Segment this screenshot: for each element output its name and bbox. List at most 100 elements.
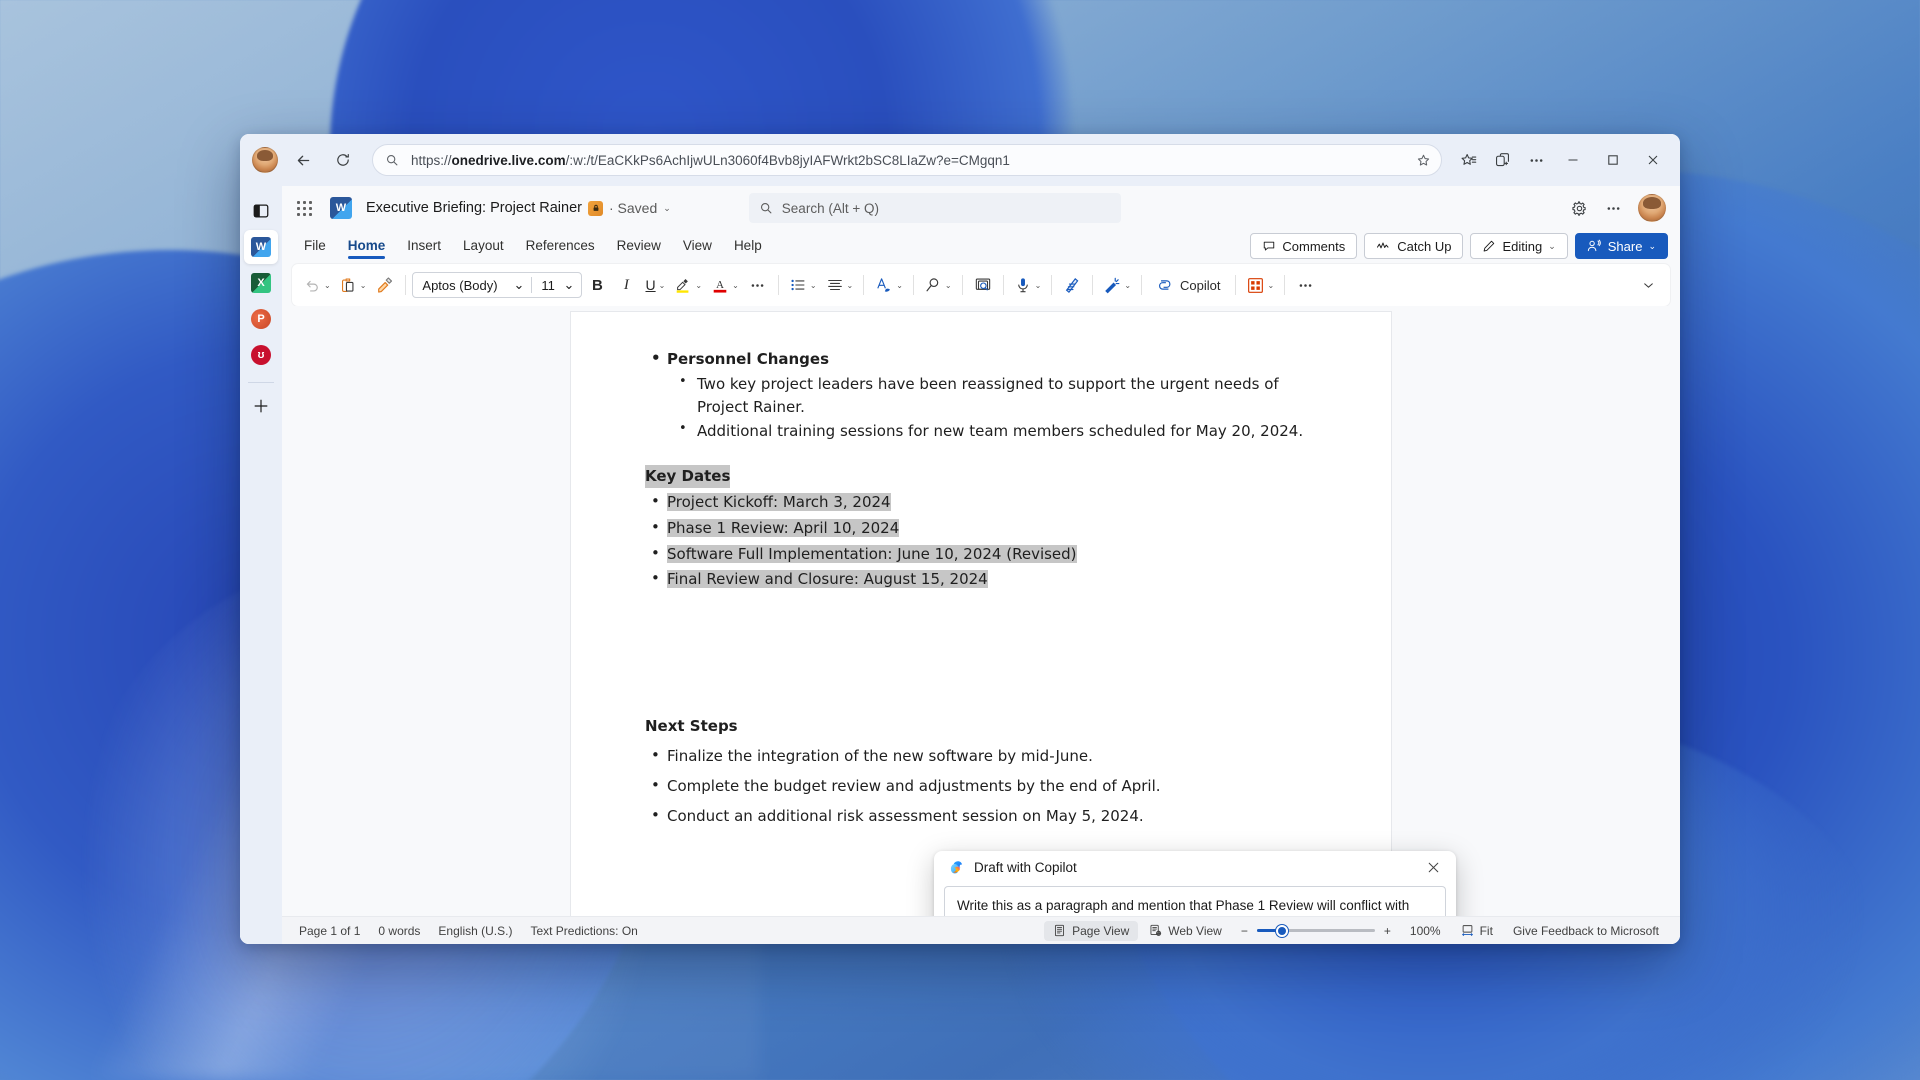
word-count[interactable]: 0 words: [369, 924, 429, 938]
styles-button[interactable]: ⌄: [870, 270, 907, 300]
add-favorite-icon[interactable]: [1416, 153, 1431, 168]
chevron-down-icon[interactable]: ⌄: [847, 281, 854, 290]
sidebar-item-word[interactable]: W: [244, 230, 278, 264]
tab-layout[interactable]: Layout: [453, 234, 514, 259]
url-bar[interactable]: https://onedrive.live.com/:w:/t/EaCKkPs6…: [372, 144, 1442, 176]
page-view-button[interactable]: Page View: [1044, 920, 1139, 941]
browser-more-icon[interactable]: [1520, 145, 1552, 175]
document-page[interactable]: Personnel Changes Two key project leader…: [571, 312, 1391, 916]
browser-profile-avatar[interactable]: [252, 147, 278, 173]
zoom-slider-handle[interactable]: [1275, 924, 1288, 937]
font-more-options-button[interactable]: [744, 270, 772, 300]
page-count[interactable]: Page 1 of 1: [290, 924, 369, 938]
zoom-slider[interactable]: [1256, 924, 1375, 937]
fit-button[interactable]: Fit: [1452, 921, 1502, 941]
document-body[interactable]: Personnel Changes Two key project leader…: [645, 347, 1317, 827]
immersive-reader-button[interactable]: [969, 270, 997, 300]
zoom-in-button[interactable]: +: [1384, 924, 1391, 938]
align-button[interactable]: ⌄: [822, 270, 858, 300]
format-painter-button[interactable]: [371, 270, 399, 300]
app-launcher-icon[interactable]: [288, 192, 320, 224]
add-ins-button[interactable]: ⌄: [1242, 270, 1279, 300]
document-canvas[interactable]: Personnel Changes Two key project leader…: [282, 306, 1680, 916]
avatar[interactable]: [1638, 194, 1666, 222]
bullet-list-button[interactable]: ⌄: [785, 270, 821, 300]
share-button[interactable]: Share ⌄: [1574, 233, 1668, 259]
copilot-icon: [950, 860, 963, 873]
close-icon[interactable]: [1420, 854, 1446, 880]
tab-view[interactable]: View: [673, 234, 722, 259]
editing-mode-button[interactable]: Editing ⌄: [1470, 233, 1568, 259]
underline-button[interactable]: U ⌄: [641, 270, 669, 300]
bold-button[interactable]: B: [583, 270, 611, 300]
chevron-down-icon[interactable]: ⌄: [1035, 281, 1042, 290]
back-arrow-icon[interactable]: [288, 145, 318, 175]
favorites-list-icon[interactable]: [1452, 145, 1484, 175]
close-icon[interactable]: [1634, 143, 1672, 177]
search-icon: [386, 154, 398, 166]
paste-button[interactable]: ⌄: [336, 270, 371, 300]
chevron-down-icon[interactable]: ⌄: [1268, 281, 1275, 290]
tab-home[interactable]: Home: [338, 234, 396, 259]
chevron-down-icon[interactable]: ⌄: [810, 281, 817, 290]
chevron-down-icon[interactable]: ⌄: [896, 281, 903, 290]
more-options-icon[interactable]: [1598, 193, 1628, 223]
ribbon-overflow-button[interactable]: [1291, 270, 1319, 300]
share-person-icon: [1587, 239, 1601, 252]
feedback-link[interactable]: Give Feedback to Microsoft: [1504, 924, 1668, 938]
sidebar-item-loop[interactable]: ʊ: [244, 338, 278, 372]
search-input[interactable]: Search (Alt + Q): [748, 193, 1121, 223]
highlight-button[interactable]: ⌄: [670, 270, 706, 300]
zoom-control[interactable]: − +: [1241, 924, 1391, 938]
dictate-button[interactable]: ⌄: [1010, 270, 1046, 300]
word-main-column: W Executive Briefing: Project Rainer · S…: [282, 186, 1680, 944]
find-button[interactable]: ⌄: [920, 270, 956, 300]
tab-insert[interactable]: Insert: [397, 234, 451, 259]
collapse-ribbon-button[interactable]: [1634, 270, 1662, 300]
refresh-icon[interactable]: [328, 145, 358, 175]
copilot-prompt-input[interactable]: Write this as a paragraph and mention th…: [944, 886, 1446, 916]
maximize-icon[interactable]: [1594, 143, 1632, 177]
designer-button[interactable]: ⌄: [1099, 270, 1135, 300]
chevron-down-icon[interactable]: ⌄: [732, 281, 739, 290]
copilot-button[interactable]: Copilot: [1148, 270, 1228, 300]
page-title: Executive Briefing: Project Rainer: [366, 200, 582, 216]
minimize-icon[interactable]: [1554, 143, 1592, 177]
split-screen-icon[interactable]: [1486, 145, 1518, 175]
panel-toggle-icon[interactable]: [244, 194, 278, 228]
font-size-select[interactable]: 11 ⌄: [531, 277, 581, 293]
language-indicator[interactable]: English (U.S.): [429, 924, 521, 938]
word-logo-icon: W: [330, 197, 352, 219]
sidebar-item-excel[interactable]: X: [244, 266, 278, 300]
status-bar: Page 1 of 1 0 words English (U.S.) Text …: [282, 916, 1680, 944]
catch-up-button[interactable]: Catch Up: [1364, 233, 1464, 259]
chevron-down-icon[interactable]: ⌄: [695, 281, 702, 290]
tab-review[interactable]: Review: [607, 234, 671, 259]
tab-references[interactable]: References: [516, 234, 605, 259]
tab-help[interactable]: Help: [724, 234, 772, 259]
font-family-select[interactable]: Aptos (Body) ⌄: [413, 277, 531, 293]
text-predictions-status[interactable]: Text Predictions: On: [521, 924, 646, 938]
tab-file[interactable]: File: [294, 234, 336, 259]
font-color-button[interactable]: A ⌄: [707, 270, 743, 300]
draft-with-copilot-dialog[interactable]: Draft with Copilot Write this as a parag…: [934, 851, 1456, 916]
page-view-icon: [1055, 924, 1065, 937]
chevron-down-icon[interactable]: ⌄: [663, 203, 671, 214]
chevron-down-icon[interactable]: ⌄: [945, 281, 952, 290]
chevron-down-icon[interactable]: ⌄: [659, 281, 666, 290]
fit-icon: [1461, 925, 1473, 937]
sidebar-item-powerpoint[interactable]: P: [244, 302, 278, 336]
editor-button[interactable]: [1058, 270, 1086, 300]
comments-button[interactable]: Comments: [1250, 233, 1358, 259]
zoom-out-button[interactable]: −: [1241, 924, 1248, 938]
undo-button[interactable]: ⌄: [300, 270, 335, 300]
italic-button[interactable]: I: [612, 270, 640, 300]
zoom-level[interactable]: 100%: [1401, 924, 1450, 938]
create-new-button[interactable]: [244, 389, 278, 423]
chevron-down-icon[interactable]: ⌄: [1124, 281, 1131, 290]
chevron-down-icon[interactable]: ⌄: [324, 281, 331, 290]
gear-icon[interactable]: [1564, 193, 1594, 223]
document-title-area[interactable]: Executive Briefing: Project Rainer · Sav…: [366, 200, 671, 216]
web-view-button[interactable]: Web View: [1140, 921, 1231, 941]
chevron-down-icon[interactable]: ⌄: [360, 281, 367, 290]
